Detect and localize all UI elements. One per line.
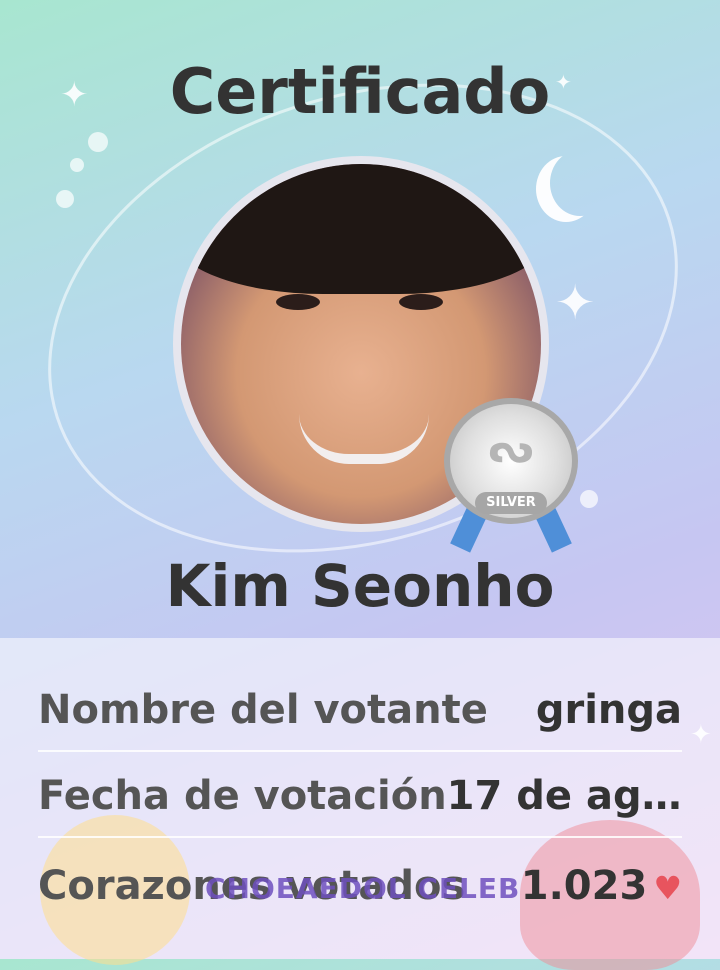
voter-name-label: Nombre del votante [38,687,488,733]
celebrity-name: Kim Seonho [165,552,555,620]
decorative-dot [88,132,108,152]
vote-date-row: Fecha de votación 17 de ago... [38,756,682,838]
brand-watermark: CHOEAEDOL CELEB [205,872,521,905]
silver-badge: ᔓ SILVER [444,398,578,553]
hearts-voted-value-group: 1.023 ♥ [521,863,682,909]
decorative-dot [56,190,74,208]
photo-eye [399,294,443,310]
badge-logo-icon: ᔓ [488,426,534,472]
vote-date-value: 17 de ago... [446,773,682,819]
voter-name-value: gringa [535,687,682,733]
heart-icon: ♥ [653,869,682,907]
moon-icon [550,150,610,216]
photo-eye [276,294,320,310]
photo-hair [181,164,541,294]
decorative-dot [70,158,84,172]
voter-name-row: Nombre del votante gringa [38,670,682,752]
sparkle-icon: ✦ [555,275,596,331]
vote-date-label: Fecha de votación [38,773,447,819]
certificate-title: Certificado [169,55,551,128]
hearts-voted-value: 1.023 [520,863,648,909]
photo-smile [299,414,429,464]
badge-label: SILVER [475,492,547,514]
decorative-dot [580,490,598,508]
